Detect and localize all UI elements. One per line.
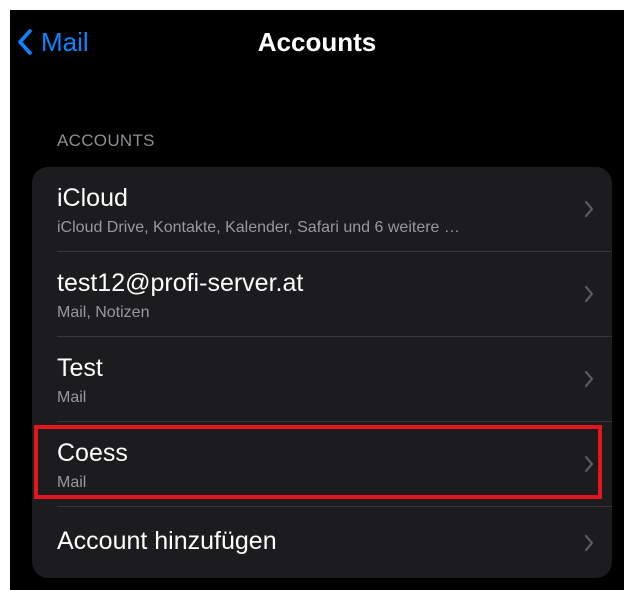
chevron-right-icon [584, 285, 594, 303]
page-title: Accounts [257, 27, 377, 57]
section-header-accounts: ACCOUNTS [57, 131, 155, 150]
account-row-icloud[interactable]: iCloud iCloud Drive, Kontakte, Kalender,… [32, 167, 612, 251]
chevron-right-icon [584, 455, 594, 473]
chevron-right-icon [584, 200, 594, 218]
account-subtitle: iCloud Drive, Kontakte, Kalender, Safari… [57, 219, 460, 236]
account-row-test[interactable]: Test Mail [32, 337, 612, 421]
account-title: iCloud [57, 184, 128, 212]
accounts-list: iCloud iCloud Drive, Kontakte, Kalender,… [32, 167, 612, 578]
add-account-label: Account hinzufügen [57, 527, 277, 555]
add-account-button[interactable]: Account hinzufügen [32, 507, 612, 578]
chevron-right-icon [584, 534, 594, 552]
account-subtitle: Mail [57, 474, 87, 491]
account-row-test12[interactable]: test12@profi-server.at Mail, Notizen [32, 252, 612, 336]
account-subtitle: Mail, Notizen [57, 304, 150, 321]
account-title: Test [57, 354, 103, 382]
account-row-coess[interactable]: Coess Mail [32, 422, 612, 506]
account-title: test12@profi-server.at [57, 269, 304, 297]
account-title: Coess [57, 439, 128, 467]
chevron-right-icon [584, 370, 594, 388]
navigation-bar: Mail Accounts [10, 10, 624, 74]
screen: Mail Accounts ACCOUNTS iCloud iCloud Dri… [10, 10, 624, 590]
account-subtitle: Mail [57, 389, 87, 406]
